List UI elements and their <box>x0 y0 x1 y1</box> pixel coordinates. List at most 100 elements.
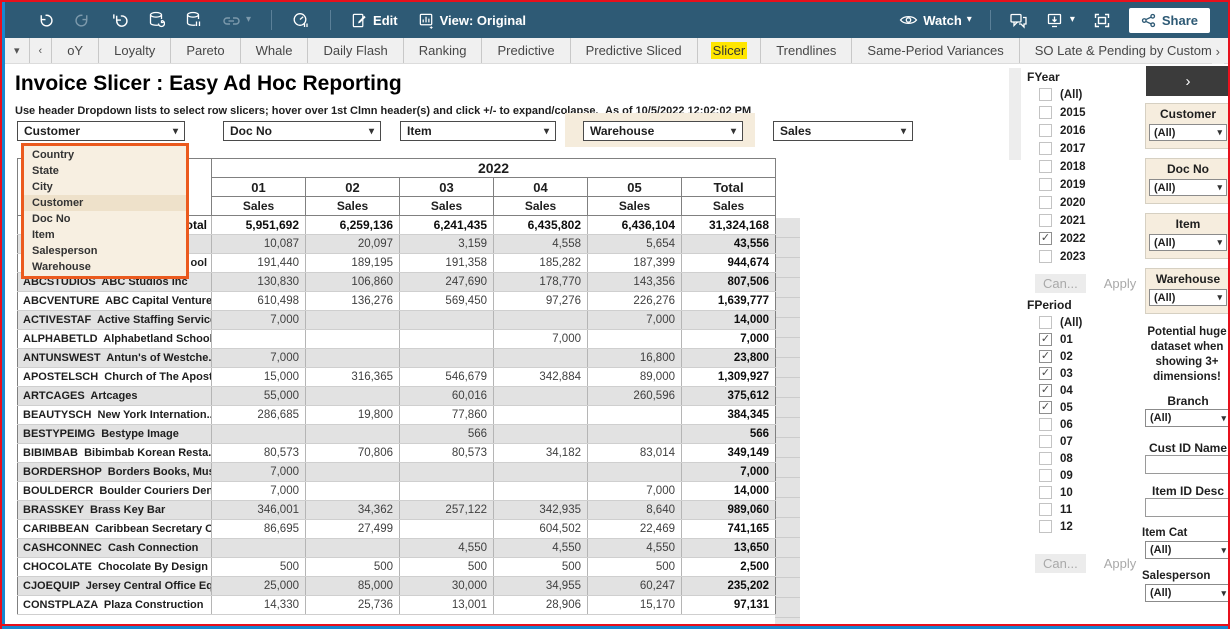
value-cell[interactable]: 143,356 <box>588 273 682 292</box>
value-cell[interactable] <box>494 349 588 368</box>
row-label-cell[interactable]: BESTYPEIMG Bestype Image <box>18 425 212 444</box>
fperiod-option-11[interactable]: 11 <box>1039 503 1139 516</box>
menu-item-country[interactable]: Country <box>24 147 186 163</box>
tab-slicer[interactable]: Slicer <box>698 38 762 63</box>
row-label-cell[interactable]: CHOCOLATE Chocolate By Design <box>18 558 212 577</box>
download-caret-down-icon[interactable]: ▾ <box>1070 15 1075 25</box>
row-label-cell[interactable]: BEAUTYSCH New York Internation.. <box>18 406 212 425</box>
value-cell[interactable] <box>494 406 588 425</box>
row-label-cell[interactable]: ANTUNSWEST Antun's of Westche.. <box>18 349 212 368</box>
value-cell[interactable]: 566 <box>682 425 776 444</box>
row-label-cell[interactable]: BORDERSHOP Borders Books, Mus.. <box>18 463 212 482</box>
tab-loyalty[interactable]: Loyalty <box>99 38 171 63</box>
value-cell[interactable]: 43,556 <box>682 235 776 254</box>
fperiod-option-02[interactable]: ✓02 <box>1039 350 1139 363</box>
tab-pareto[interactable]: Pareto <box>171 38 240 63</box>
menu-item-warehouse[interactable]: Warehouse <box>24 259 186 275</box>
value-cell[interactable] <box>212 539 306 558</box>
tab-so-late-pending-by-customer[interactable]: SO Late & Pending by Customer <box>1020 38 1228 63</box>
value-cell[interactable]: 15,170 <box>588 596 682 615</box>
undo-icon[interactable] <box>37 12 54 29</box>
tabs-scroll-right-icon[interactable]: › <box>1212 38 1224 64</box>
value-cell[interactable]: 4,550 <box>494 539 588 558</box>
value-cell[interactable]: 342,935 <box>494 501 588 520</box>
value-cell[interactable]: 130,830 <box>212 273 306 292</box>
value-cell[interactable]: 85,000 <box>306 577 400 596</box>
doc-no-quick-filter-dropdown[interactable]: (All)▾ <box>1149 179 1227 196</box>
value-cell[interactable] <box>306 425 400 444</box>
value-cell[interactable]: 235,202 <box>682 577 776 596</box>
tab-same-period-variances[interactable]: Same-Period Variances <box>852 38 1019 63</box>
fyear-option-2023[interactable]: 2023 <box>1039 250 1139 263</box>
branch-filter-dropdown[interactable]: (All) ▾ <box>1145 409 1230 427</box>
value-cell[interactable] <box>588 463 682 482</box>
performance-gauge-icon[interactable] <box>292 11 310 29</box>
edit-button[interactable]: Edit <box>351 12 398 29</box>
value-cell[interactable] <box>400 482 494 501</box>
value-cell[interactable] <box>212 330 306 349</box>
value-cell[interactable]: 89,000 <box>588 368 682 387</box>
revert-icon[interactable] <box>111 12 128 29</box>
value-cell[interactable]: 70,806 <box>306 444 400 463</box>
measure-header[interactable]: Sales <box>306 197 400 216</box>
row-label-cell[interactable]: BRASSKEY Brass Key Bar <box>18 501 212 520</box>
value-cell[interactable]: 14,000 <box>682 311 776 330</box>
value-cell[interactable]: 349,149 <box>682 444 776 463</box>
value-cell[interactable]: 31,324,168 <box>682 216 776 235</box>
menu-item-item[interactable]: Item <box>24 227 186 243</box>
fperiod-option-06[interactable]: 06 <box>1039 418 1139 431</box>
value-cell[interactable]: 286,685 <box>212 406 306 425</box>
value-cell[interactable]: 86,695 <box>212 520 306 539</box>
fperiod-option-08[interactable]: 08 <box>1039 452 1139 465</box>
tab-trendlines[interactable]: Trendlines <box>761 38 852 63</box>
value-cell[interactable] <box>494 387 588 406</box>
tab-list-caret-down-icon[interactable]: ▾ <box>5 38 30 63</box>
comments-icon[interactable] <box>1009 12 1028 29</box>
value-cell[interactable]: 10,087 <box>212 235 306 254</box>
value-cell[interactable] <box>494 425 588 444</box>
fperiod-cancel-button[interactable]: Can... <box>1035 554 1086 573</box>
share-button[interactable]: Share <box>1129 8 1210 33</box>
item-quick-filter-dropdown[interactable]: (All)▾ <box>1149 234 1227 251</box>
measure-header[interactable]: Sales <box>400 197 494 216</box>
value-cell[interactable]: 1,639,777 <box>682 292 776 311</box>
value-cell[interactable] <box>306 311 400 330</box>
value-cell[interactable]: 989,060 <box>682 501 776 520</box>
value-cell[interactable]: 60,247 <box>588 577 682 596</box>
refresh-data-icon[interactable] <box>148 11 165 29</box>
value-cell[interactable]: 185,282 <box>494 254 588 273</box>
value-cell[interactable]: 4,550 <box>588 539 682 558</box>
menu-item-salesperson[interactable]: Salesperson <box>24 243 186 259</box>
value-cell[interactable] <box>306 539 400 558</box>
value-cell[interactable]: 610,498 <box>212 292 306 311</box>
value-cell[interactable]: 3,159 <box>400 235 494 254</box>
item-slicer-dropdown[interactable]: Item ▾ <box>400 121 556 141</box>
fyear-option-2021[interactable]: 2021 <box>1039 214 1139 227</box>
warehouse-slicer-dropdown[interactable]: Warehouse ▾ <box>583 121 743 141</box>
value-cell[interactable]: 7,000 <box>682 463 776 482</box>
period-column-header[interactable]: 03 <box>400 178 494 197</box>
value-cell[interactable]: 346,001 <box>212 501 306 520</box>
fyear-option-2017[interactable]: 2017 <box>1039 142 1139 155</box>
value-cell[interactable] <box>400 349 494 368</box>
measure-header[interactable]: Sales <box>212 197 306 216</box>
download-icon[interactable]: ▾ <box>1046 12 1075 29</box>
fyear-option-2019[interactable]: 2019 <box>1039 178 1139 191</box>
tab-predictive-sliced[interactable]: Predictive Sliced <box>571 38 698 63</box>
value-cell[interactable]: 191,358 <box>400 254 494 273</box>
watch-button[interactable]: Watch ▾ <box>899 12 972 28</box>
fperiod-option-01[interactable]: ✓01 <box>1039 333 1139 346</box>
value-cell[interactable] <box>494 311 588 330</box>
value-cell[interactable]: 384,345 <box>682 406 776 425</box>
year-header[interactable]: 2022 <box>212 159 776 178</box>
value-cell[interactable]: 7,000 <box>588 482 682 501</box>
value-cell[interactable]: 106,860 <box>306 273 400 292</box>
row-label-cell[interactable]: BOULDERCR Boulder Couriers Den.. <box>18 482 212 501</box>
value-cell[interactable]: 4,558 <box>494 235 588 254</box>
value-cell[interactable] <box>400 330 494 349</box>
row-label-cell[interactable]: ARTCAGES Artcages <box>18 387 212 406</box>
value-cell[interactable]: 6,241,435 <box>400 216 494 235</box>
measure-header[interactable]: Sales <box>682 197 776 216</box>
tab-ranking[interactable]: Ranking <box>404 38 483 63</box>
value-cell[interactable] <box>400 311 494 330</box>
